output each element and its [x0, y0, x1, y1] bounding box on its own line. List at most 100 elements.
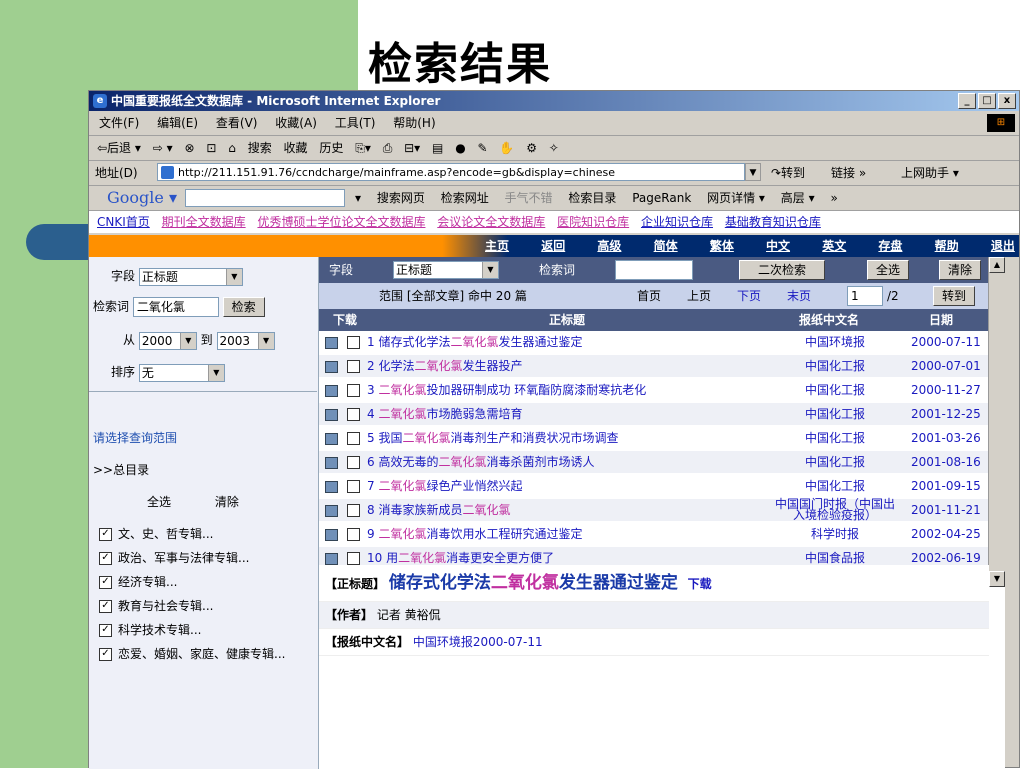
minimize-button[interactable]: _: [958, 93, 976, 109]
field-select[interactable]: 正标题 ▼: [138, 267, 243, 286]
links-button[interactable]: 链接 »: [831, 161, 866, 185]
topmenu-english[interactable]: 英文: [822, 239, 846, 253]
topmenu-exit[interactable]: 退出: [991, 239, 1015, 253]
hand-icon[interactable]: ✋: [499, 141, 514, 155]
discuss-icon[interactable]: ▤: [432, 141, 443, 155]
menu-file[interactable]: 文件(F): [99, 116, 139, 130]
topmenu-help[interactable]: 帮助: [935, 239, 959, 253]
download-icon[interactable]: [325, 361, 338, 373]
table-row[interactable]: 2 化学法二氧化氯发生器投产 中国化工报 2000-07-01: [319, 355, 1005, 377]
detail-paper[interactable]: 中国环境报2000-07-11: [413, 635, 543, 649]
google-lucky[interactable]: 手气不错: [505, 191, 553, 205]
checkbox-checked[interactable]: ✓: [99, 600, 112, 613]
topmenu-chinese[interactable]: 中文: [766, 239, 790, 253]
maximize-button[interactable]: □: [978, 93, 996, 109]
row-checkbox[interactable]: [347, 384, 360, 397]
sparkle-icon[interactable]: ✧: [549, 141, 559, 155]
topmenu-traditional[interactable]: 繁体: [710, 239, 734, 253]
download-icon[interactable]: [325, 553, 338, 565]
download-icon[interactable]: [325, 481, 338, 493]
table-row[interactable]: 9 二氧化氯消毒饮用水工程研究通过鉴定 科学时报 2002-04-25: [319, 523, 1005, 545]
edit-icon[interactable]: ⊟▾: [404, 141, 420, 155]
checkbox-checked[interactable]: ✓: [99, 576, 112, 589]
messenger-icon[interactable]: ●: [455, 141, 465, 155]
home-icon[interactable]: ⌂: [228, 141, 236, 155]
menu-edit[interactable]: 编辑(E): [157, 116, 198, 130]
table-row[interactable]: 1 储存式化学法二氧化氯发生器通过鉴定 中国环境报 2000-07-11: [319, 331, 1005, 353]
result-title-link[interactable]: 4 二氧化氯市场脆弱急需培育: [367, 403, 523, 425]
category-item[interactable]: ✓ 文、史、哲专辑...: [99, 525, 213, 542]
nav-hospital-db[interactable]: 医院知识仓库: [557, 215, 629, 229]
pen-icon[interactable]: ✎: [478, 141, 488, 155]
download-icon[interactable]: [325, 409, 338, 421]
row-checkbox[interactable]: [347, 408, 360, 421]
go-button[interactable]: ↷转到: [771, 161, 805, 185]
rp-field-select[interactable]: 正标题 ▼: [393, 261, 499, 279]
mail-icon[interactable]: ⎘▾: [355, 141, 371, 155]
row-checkbox[interactable]: [347, 552, 360, 565]
download-icon[interactable]: [325, 505, 338, 517]
row-checkbox[interactable]: [347, 504, 360, 517]
google-search-web[interactable]: 搜索网页: [377, 191, 425, 205]
forward-button[interactable]: ⇨ ▾: [153, 141, 173, 155]
catalog-link[interactable]: >>总目录: [93, 461, 149, 478]
sort-select[interactable]: 无 ▼: [138, 363, 225, 382]
download-icon[interactable]: [325, 337, 338, 349]
result-title-link[interactable]: 2 化学法二氧化氯发生器投产: [367, 355, 523, 377]
table-row[interactable]: 7 二氧化氯绿色产业悄然兴起 中国化工报 2001-09-15: [319, 475, 1005, 497]
table-row[interactable]: 5 我国二氧化氯消毒剂生产和消费状况市场调查 中国化工报 2001-03-26: [319, 427, 1005, 449]
menu-help[interactable]: 帮助(H): [393, 116, 435, 130]
download-icon[interactable]: [325, 433, 338, 445]
download-icon[interactable]: [325, 457, 338, 469]
address-dropdown[interactable]: ▼: [745, 163, 761, 181]
rp-keyword-input[interactable]: [615, 260, 693, 280]
result-title-link[interactable]: 1 储存式化学法二氧化氯发生器通过鉴定: [367, 331, 583, 353]
row-checkbox[interactable]: [347, 432, 360, 445]
row-checkbox[interactable]: [347, 336, 360, 349]
google-more[interactable]: »: [830, 191, 837, 205]
checkbox-checked[interactable]: ✓: [99, 624, 112, 637]
page-input[interactable]: 1: [847, 286, 883, 306]
topmenu-save[interactable]: 存盘: [878, 239, 902, 253]
menu-favorites[interactable]: 收藏(A): [275, 116, 317, 130]
clear-link[interactable]: 清除: [215, 495, 239, 509]
download-icon[interactable]: [325, 529, 338, 541]
google-logo[interactable]: Google ▾: [107, 186, 177, 210]
results-scrollbar[interactable]: ▲ ▼: [988, 257, 1005, 587]
checkbox-checked[interactable]: ✓: [99, 528, 112, 541]
scroll-down-icon[interactable]: ▼: [989, 571, 1005, 587]
download-icon[interactable]: [325, 385, 338, 397]
from-year-select[interactable]: 2000 ▼: [138, 331, 197, 350]
nav-thesis-db[interactable]: 优秀博硕士学位论文全文数据库: [257, 215, 425, 229]
checkbox-checked[interactable]: ✓: [99, 648, 112, 661]
keyword-input[interactable]: 二氧化氯: [132, 297, 219, 317]
first-page-link[interactable]: 首页: [637, 283, 661, 309]
table-row[interactable]: 4 二氧化氯市场脆弱急需培育 中国化工报 2001-12-25: [319, 403, 1005, 425]
category-item[interactable]: ✓ 教育与社会专辑...: [99, 597, 213, 614]
rp-select-all-button[interactable]: 全选: [867, 260, 910, 280]
scroll-up-icon[interactable]: ▲: [989, 257, 1005, 273]
prev-page-link[interactable]: 上页: [687, 283, 711, 309]
nav-journal-db[interactable]: 期刊全文数据库: [162, 215, 246, 229]
result-title-link[interactable]: 6 高效无毒的二氧化氯消毒杀菌剂市场诱人: [367, 451, 595, 473]
search-button[interactable]: 搜索: [248, 141, 272, 155]
stop-icon[interactable]: ⊗: [184, 141, 194, 155]
topmenu-simplified[interactable]: 简体: [654, 239, 678, 253]
last-page-link[interactable]: 末页: [787, 283, 811, 309]
google-search-input[interactable]: [185, 189, 345, 207]
select-all-link[interactable]: 全选: [147, 495, 171, 509]
category-item[interactable]: ✓ 恋爱、婚姻、家庭、健康专辑...: [99, 645, 299, 662]
to-year-select[interactable]: 2003 ▼: [216, 331, 275, 350]
result-title-link[interactable]: 8 消毒家族新成员二氧化氯: [367, 499, 511, 521]
nav-cnki-home[interactable]: CNKI首页: [97, 215, 150, 229]
row-checkbox[interactable]: [347, 480, 360, 493]
google-directory[interactable]: 检索目录: [568, 191, 616, 205]
favorites-button[interactable]: 收藏: [284, 141, 308, 155]
search-submit-button[interactable]: 检索: [222, 297, 265, 317]
goto-button[interactable]: 转到: [933, 286, 976, 306]
result-title-link[interactable]: 5 我国二氧化氯消毒剂生产和消费状况市场调查: [367, 427, 619, 449]
table-row[interactable]: 6 高效无毒的二氧化氯消毒杀菌剂市场诱人 中国化工报 2001-08-16: [319, 451, 1005, 473]
history-button[interactable]: 历史: [319, 141, 343, 155]
google-dropdown[interactable]: ▾: [355, 191, 361, 205]
checkbox-checked[interactable]: ✓: [99, 552, 112, 565]
